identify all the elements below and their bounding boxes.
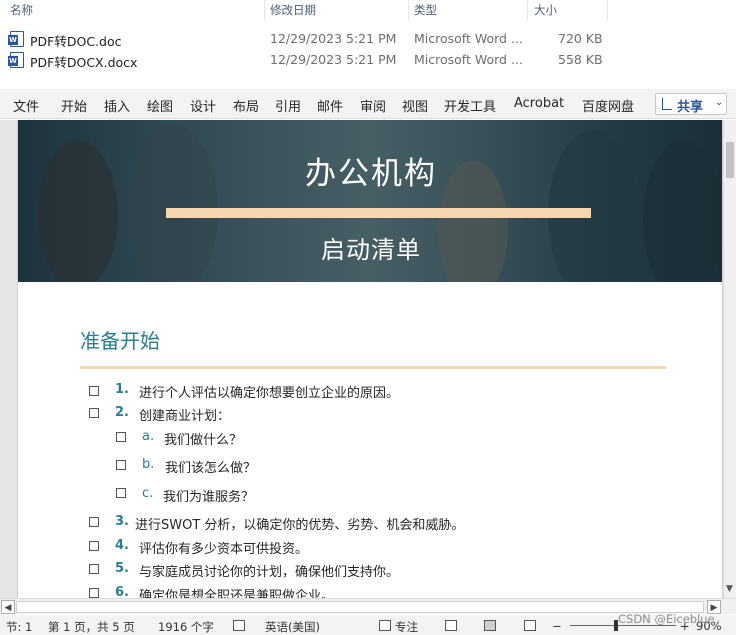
word-count[interactable]: 1916 个字: [158, 619, 214, 635]
checkbox[interactable]: [89, 588, 99, 598]
checkbox[interactable]: [116, 432, 126, 442]
web-layout-icon[interactable]: [524, 620, 536, 631]
tab-view[interactable]: 视图: [402, 96, 428, 115]
page-indicator[interactable]: 第 1 页，共 5 页: [48, 619, 135, 635]
checklist-item-text: 确定你是想全职还是兼职做企业。: [139, 589, 335, 598]
document-page[interactable]: 办公机构 启动清单 准备开始 1. 进行个人评估以确定你想要创立企业的原因。 2…: [17, 120, 723, 598]
checklist-item-text: 我们该怎么做？: [165, 461, 257, 476]
tab-mailings[interactable]: 邮件: [317, 96, 343, 115]
column-divider[interactable]: [264, 0, 265, 20]
focus-mode-icon[interactable]: [379, 620, 391, 631]
document-canvas: 办公机构 启动清单 准备开始 1. 进行个人评估以确定你想要创立企业的原因。 2…: [0, 120, 736, 598]
zoom-out-icon[interactable]: −: [552, 619, 562, 633]
checklist-item-text: 与家庭成员讨论你的计划，确保他们支持你。: [139, 565, 400, 580]
file-row[interactable]: PDF转DOCX.docx 12/29/2023 5:21 PM Microso…: [0, 50, 736, 70]
checklist-item-text: 进行SWOT 分析，以确定你的优势、劣势、机会和威胁。: [135, 518, 465, 533]
checkbox[interactable]: [89, 564, 99, 574]
horizontal-scroll-thumb[interactable]: [16, 601, 704, 613]
tab-home[interactable]: 开始: [61, 96, 87, 115]
checkbox[interactable]: [89, 386, 99, 396]
word-docx-icon: [8, 52, 24, 68]
file-type: Microsoft Word ...: [414, 52, 523, 67]
scroll-left-arrow-icon[interactable]: ◀: [1, 600, 15, 614]
file-explorer: 名称 修改日期 类型 大小 PDF转DOC.doc 12/29/2023 5:2…: [0, 0, 736, 88]
column-header-name[interactable]: 名称: [10, 2, 33, 18]
file-modified: 12/29/2023 5:21 PM: [270, 31, 397, 46]
tab-design[interactable]: 设计: [190, 96, 216, 115]
checkbox[interactable]: [89, 517, 99, 527]
checkbox[interactable]: [89, 408, 99, 418]
watermark: CSDN @Eiceblue: [618, 612, 715, 626]
item-number: b.: [142, 457, 155, 472]
checkbox[interactable]: [116, 488, 126, 498]
share-icon: [662, 98, 672, 110]
word-doc-icon: [8, 31, 24, 47]
file-name: PDF转DOCX.docx: [30, 55, 138, 70]
item-number: 6.: [115, 585, 129, 598]
item-number: 3.: [115, 514, 129, 529]
chevron-down-icon[interactable]: ⌄: [715, 97, 723, 108]
banner-subtitle: 启动清单: [321, 236, 421, 264]
item-number: c.: [142, 486, 154, 501]
column-header-size[interactable]: 大小: [534, 2, 557, 18]
checklist-item-text: 评估你有多少资本可供投资。: [139, 542, 309, 557]
section-heading: 准备开始: [80, 329, 160, 353]
tab-review[interactable]: 审阅: [360, 96, 386, 115]
column-header-type[interactable]: 类型: [414, 2, 437, 18]
item-number: 2.: [115, 405, 129, 420]
item-number: 1.: [115, 382, 129, 397]
checklist-item-text: 创建商业计划：: [139, 409, 231, 424]
vertical-scroll-thumb[interactable]: [726, 142, 734, 178]
item-number: 5.: [115, 561, 129, 576]
item-number: a.: [142, 429, 155, 444]
column-header-modified[interactable]: 修改日期: [270, 2, 316, 18]
section-divider: [80, 366, 666, 369]
share-label: 共享: [677, 100, 704, 115]
tab-draw[interactable]: 绘图: [147, 96, 173, 115]
ribbon-tab-bar: 文件 开始 插入 绘图 设计 布局 引用 邮件 审阅 视图 开发工具 Acrob…: [0, 89, 736, 119]
checkbox[interactable]: [89, 541, 99, 551]
checklist-item-text: 我们做什么？: [164, 433, 243, 448]
section-indicator[interactable]: 节: 1: [6, 619, 32, 635]
banner-divider: [166, 208, 591, 218]
proofing-icon[interactable]: [233, 620, 245, 631]
tab-file[interactable]: 文件: [13, 96, 39, 115]
file-list-header: 名称 修改日期 类型 大小: [0, 0, 736, 20]
read-mode-icon[interactable]: [445, 620, 457, 631]
column-divider[interactable]: [408, 0, 409, 20]
item-number: 4.: [115, 538, 129, 553]
column-divider[interactable]: [527, 0, 528, 20]
file-size: 720 KB: [558, 31, 603, 46]
tab-acrobat[interactable]: Acrobat: [514, 96, 564, 111]
file-modified: 12/29/2023 5:21 PM: [270, 52, 397, 67]
print-layout-icon[interactable]: [484, 620, 496, 631]
column-divider[interactable]: [607, 0, 608, 20]
checklist-item-text: 进行个人评估以确定你想要创立企业的原因。: [139, 386, 400, 401]
file-type: Microsoft Word ...: [414, 31, 523, 46]
file-row[interactable]: PDF转DOC.doc 12/29/2023 5:21 PM Microsoft…: [0, 29, 736, 49]
file-size: 558 KB: [558, 52, 603, 67]
language-indicator[interactable]: 英语(美国): [265, 619, 320, 635]
vertical-scrollbar[interactable]: ▼: [723, 120, 736, 598]
file-name: PDF转DOC.doc: [30, 34, 122, 49]
tab-developer[interactable]: 开发工具: [444, 96, 496, 115]
tab-baidu-netdisk[interactable]: 百度网盘: [582, 96, 634, 115]
header-banner-image: 办公机构 启动清单: [18, 120, 722, 282]
tab-layout[interactable]: 布局: [233, 96, 259, 115]
share-button[interactable]: 共享 ⌄: [655, 93, 727, 115]
checkbox[interactable]: [116, 460, 126, 470]
tab-references[interactable]: 引用: [275, 96, 301, 115]
tab-insert[interactable]: 插入: [104, 96, 130, 115]
focus-mode-label[interactable]: 专注: [395, 619, 418, 635]
checklist-item-text: 我们为谁服务？: [163, 490, 255, 505]
scroll-down-arrow-icon[interactable]: ▼: [726, 584, 733, 594]
banner-title: 办公机构: [305, 156, 437, 192]
